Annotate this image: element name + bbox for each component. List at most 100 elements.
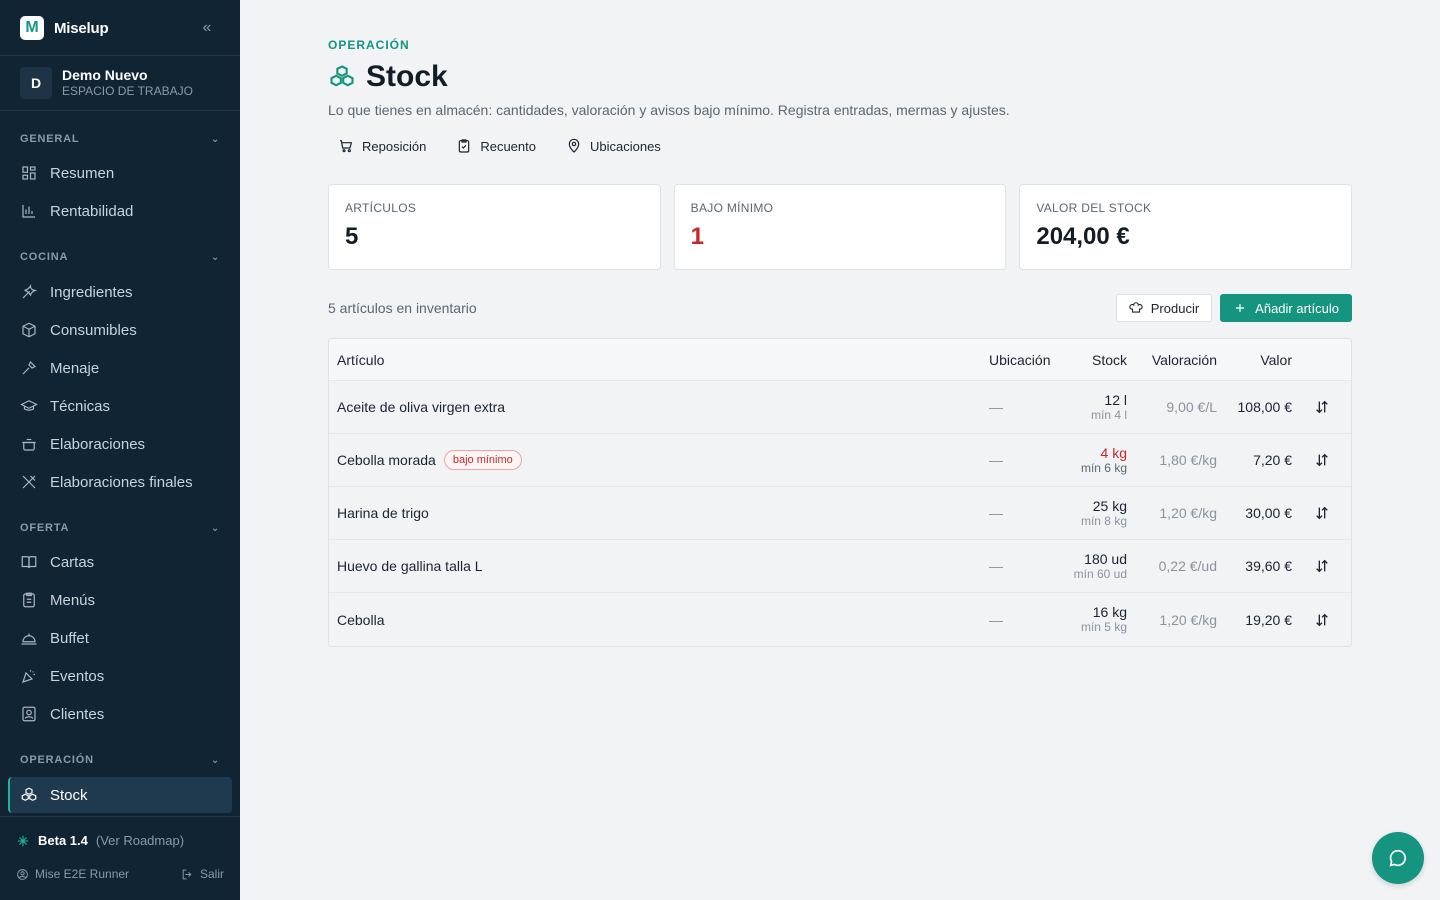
sidebar-item-elaboraciones[interactable]: Elaboraciones <box>8 426 232 462</box>
stat-label: BAJO MÍNIMO <box>690 201 774 215</box>
cell-stock: 4 kg mín 6 kg <box>1059 445 1127 476</box>
ubicaciones-link[interactable]: Ubicaciones <box>566 136 661 156</box>
sidebar-item-label: Eventos <box>50 667 105 685</box>
box-icon <box>22 322 36 338</box>
arrows-up-down-icon <box>1315 453 1328 467</box>
workspace-name: Demo Nuevo <box>62 67 148 83</box>
reposicion-link[interactable]: Reposición <box>338 136 426 156</box>
boxes-icon <box>330 65 354 87</box>
grid-icon <box>22 166 36 180</box>
column-header-stock[interactable]: Stock <box>1059 352 1127 368</box>
recuento-link[interactable]: Recuento <box>456 136 536 156</box>
adjust-stock-button[interactable] <box>1292 505 1351 521</box>
nav-section-general[interactable]: GENERAL ⌄ <box>20 132 220 146</box>
table-header: Artículo Ubicación Stock Valoración Valo… <box>329 339 1351 381</box>
stats-cards: ARTÍCULOS 5 BAJO MÍNIMO 1 VALOR DEL STOC… <box>328 184 1353 270</box>
item-name: Aceite de oliva virgen extra <box>337 399 506 415</box>
sidebar-item-label: Menús <box>50 591 96 609</box>
column-header-valor[interactable]: Valor <box>1217 352 1292 368</box>
boxes-icon <box>21 787 37 801</box>
divider <box>0 110 240 111</box>
chat-button[interactable] <box>1372 832 1424 884</box>
chevron-down-icon: ⌄ <box>210 754 220 766</box>
cell-valoracion: 1,20 €/kg <box>1159 611 1217 628</box>
beta-version[interactable]: Beta 1.4 (Ver Roadmap) <box>16 833 184 848</box>
sidebar: M Miselup « D Demo Nuevo ESPACIO DE TRAB… <box>0 0 240 900</box>
cell-articulo: Aceite de oliva virgen extra <box>329 399 969 415</box>
cell-valoracion: 0,22 €/ud <box>1158 558 1217 574</box>
adjust-stock-button[interactable] <box>1292 452 1351 468</box>
add-item-label: Añadir artículo <box>1255 300 1339 316</box>
producir-button[interactable]: Producir <box>1115 294 1213 322</box>
user-profile[interactable]: Mise E2E Runner <box>16 867 129 881</box>
table-row[interactable]: Huevo de gallina talla L — 180 ud mín 60… <box>329 540 1351 593</box>
beta-version-label: Beta 1.4 <box>38 833 88 848</box>
sidebar-item-elaboraciones-finales[interactable]: Elaboraciones finales <box>8 464 232 500</box>
sidebar-item-resumen[interactable]: Resumen <box>8 155 232 191</box>
sidebar-item-rentabilidad[interactable]: Rentabilidad <box>8 193 232 229</box>
adjust-stock-button[interactable] <box>1292 399 1351 415</box>
table-row[interactable]: Aceite de oliva virgen extra — 12 l mín … <box>329 381 1351 434</box>
reposicion-label: Reposición <box>362 138 427 154</box>
column-header-ubicacion[interactable]: Ubicación <box>969 352 1059 368</box>
item-name: Harina de trigo <box>337 505 429 521</box>
add-item-button[interactable]: Añadir artículo <box>1220 294 1352 322</box>
table-row[interactable]: Cebolla morada bajo mínimo — 4 kg mín 6 … <box>329 434 1351 487</box>
nav-section-cocina[interactable]: COCINA ⌄ <box>20 250 220 264</box>
stock-minimum: mín 4 l <box>1090 407 1127 422</box>
stat-card-bajo-minimo: BAJO MÍNIMO 1 <box>673 184 1007 270</box>
inventory-count: 5 artículos en inventario <box>328 300 477 316</box>
sidebar-item-label: Ingredientes <box>50 283 133 301</box>
table-row[interactable]: Cebolla — 16 kg mín 5 kg 1,20 €/kg 19,20… <box>329 593 1351 646</box>
nav-section-oferta[interactable]: OFERTA ⌄ <box>20 521 220 535</box>
nav-section-operacion[interactable]: OPERACIÓN ⌄ <box>20 753 220 767</box>
column-header-articulo[interactable]: Artículo <box>329 352 969 368</box>
adjust-stock-button[interactable] <box>1292 558 1351 574</box>
sidebar-item-menus[interactable]: Menús <box>8 582 232 618</box>
graduation-cap-icon <box>20 400 38 411</box>
book-icon <box>21 556 37 569</box>
collapse-sidebar-button[interactable]: « <box>196 16 218 40</box>
arrows-up-down-icon <box>1315 613 1328 626</box>
chevron-down-icon: ⌄ <box>210 522 220 534</box>
stock-quantity: 4 kg <box>1100 444 1127 461</box>
party-icon <box>22 670 35 683</box>
sidebar-item-label: Cartas <box>50 553 95 571</box>
stock-quantity: 25 kg <box>1092 497 1127 514</box>
stat-label: ARTÍCULOS <box>345 201 417 215</box>
sidebar-item-buffet[interactable]: Buffet <box>8 620 232 656</box>
nav-section-label: OPERACIÓN <box>20 754 94 766</box>
user-circle-icon <box>17 868 28 880</box>
sidebar-item-eventos[interactable]: Eventos <box>8 658 232 694</box>
cell-valor: 108,00 € <box>1237 399 1293 415</box>
sparkle-icon <box>17 835 29 846</box>
sidebar-item-tecnicas[interactable]: Técnicas <box>8 388 232 424</box>
sidebar-item-cartas[interactable]: Cartas <box>8 544 232 580</box>
cell-valor: 30,00 € <box>1245 505 1292 521</box>
cell-valor: 7,20 € <box>1253 452 1292 468</box>
roadmap-link[interactable]: (Ver Roadmap) <box>96 833 184 848</box>
workspace-switcher[interactable]: D Demo Nuevo ESPACIO DE TRABAJO <box>20 67 193 99</box>
logout-icon <box>182 869 192 879</box>
recuento-label: Recuento <box>480 138 536 154</box>
sidebar-item-ingredientes[interactable]: Ingredientes <box>8 274 232 310</box>
cell-valoracion: 9,00 €/L <box>1166 399 1217 415</box>
sidebar-item-menaje[interactable]: Menaje <box>8 350 232 386</box>
nav-section-label: GENERAL <box>20 133 80 145</box>
cloche-icon <box>21 633 37 645</box>
sidebar-item-consumibles[interactable]: Consumibles <box>8 312 232 348</box>
adjust-stock-button[interactable] <box>1292 612 1351 628</box>
workspace-subtitle: ESPACIO DE TRABAJO <box>62 84 193 98</box>
brand[interactable]: M Miselup <box>20 16 109 40</box>
cell-ubicacion: — <box>989 558 1003 574</box>
sidebar-item-stock[interactable]: Stock <box>8 777 232 813</box>
sidebar-item-label: Buffet <box>50 629 89 647</box>
low-stock-badge: bajo mínimo <box>443 450 522 470</box>
sidebar-item-clientes[interactable]: Clientes <box>8 696 232 732</box>
logout-button[interactable]: Salir <box>181 867 224 881</box>
column-header-valoracion[interactable]: Valoración <box>1127 352 1217 368</box>
cell-valoracion: 1,80 €/kg <box>1159 452 1217 468</box>
cell-stock: 25 kg mín 8 kg <box>1059 498 1127 529</box>
nav-section-label: OFERTA <box>20 522 70 534</box>
table-row[interactable]: Harina de trigo — 25 kg mín 8 kg 1,20 €/… <box>329 487 1351 540</box>
